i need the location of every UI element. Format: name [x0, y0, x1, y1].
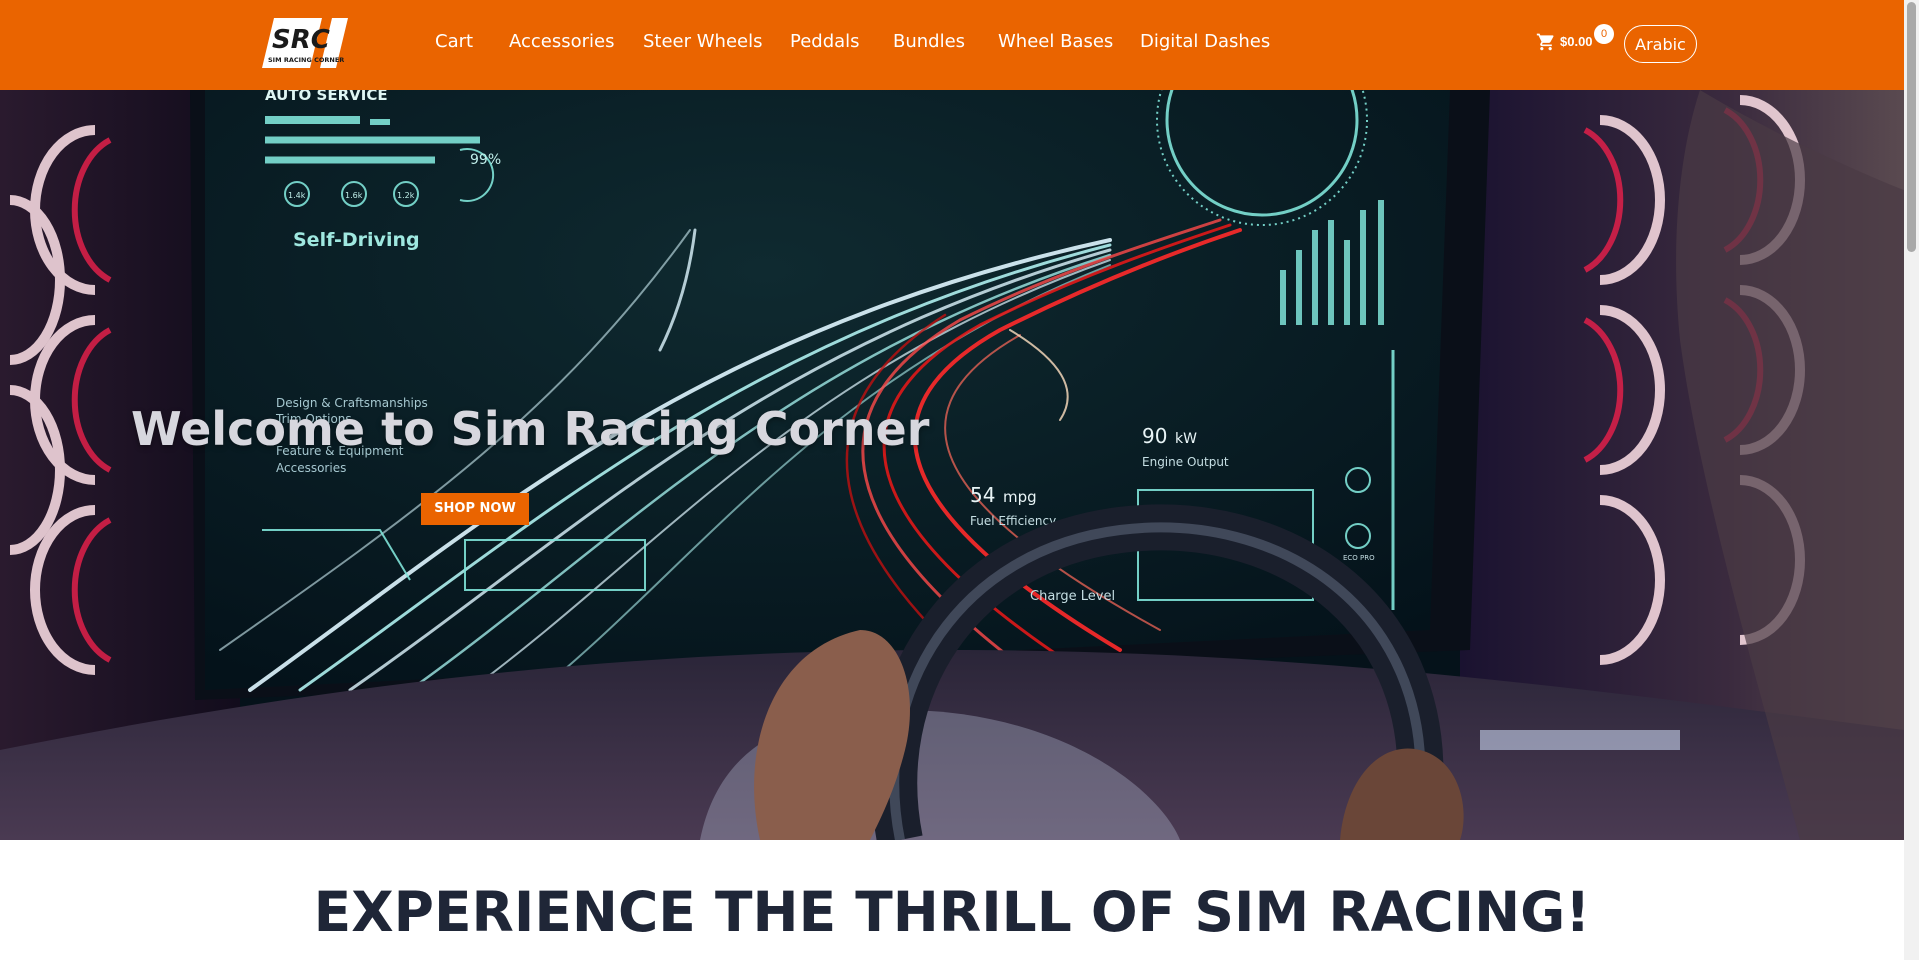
nav-item-steer-wheels[interactable]: Steer Wheels	[643, 31, 763, 52]
site-header: SRC SIM RACING CORNER Cart Accessories S…	[0, 0, 1904, 90]
hero-banner: AUTO SERVICE 99% 1.4k 1.6k 1.2k Self-Dri…	[0, 90, 1904, 840]
hud-charge-label: Charge Level	[1030, 589, 1115, 604]
hud-self-driving: Self-Driving	[293, 229, 420, 251]
hero-title: Welcome to Sim Racing Corner	[131, 402, 930, 456]
hero-image: AUTO SERVICE 99% 1.4k 1.6k 1.2k Self-Dri…	[0, 90, 1904, 840]
site-logo[interactable]: SRC SIM RACING CORNER	[262, 14, 352, 72]
page-scrollbar[interactable]	[1904, 0, 1919, 960]
hud-eco-pro: ECO PRO	[1343, 554, 1375, 562]
shop-now-button[interactable]: SHOP NOW	[421, 493, 529, 525]
nav-item-wheel-bases[interactable]: Wheel Bases	[998, 31, 1113, 52]
hud-gauge-3: 1.2k	[397, 191, 415, 200]
nav-item-digital-dashes[interactable]: Digital Dashes	[1140, 31, 1270, 52]
hud-gauge-2: 1.6k	[345, 191, 363, 200]
hud-engine-label: Engine Output	[1142, 455, 1229, 469]
hud-engine-value: 90	[1142, 424, 1167, 448]
hud-accessories: Accessories	[276, 461, 346, 475]
hud-percent: 99%	[470, 152, 501, 168]
cart-total[interactable]: $0.00	[1560, 34, 1593, 49]
logo-letters: SRC	[272, 25, 330, 55]
hud-auto-service: AUTO SERVICE	[265, 90, 388, 104]
cart-count-badge: 0	[1594, 24, 1614, 44]
hud-engine-unit: kW	[1175, 431, 1197, 447]
nav-item-bundles[interactable]: Bundles	[893, 31, 965, 52]
nav-item-peddals[interactable]: Peddals	[790, 31, 860, 52]
hud-fuel-unit: mpg	[1003, 488, 1037, 506]
scrollbar-thumb[interactable]	[1907, 2, 1916, 252]
hud-gauge-1: 1.4k	[288, 191, 306, 200]
hud-fuel-value: 54	[970, 483, 995, 507]
cart-icon[interactable]	[1536, 32, 1556, 52]
nav-item-accessories[interactable]: Accessories	[509, 31, 615, 52]
language-button[interactable]: Arabic	[1624, 25, 1697, 63]
nav-item-cart[interactable]: Cart	[435, 31, 473, 52]
logo-subtitle: SIM RACING CORNER	[268, 56, 344, 64]
section-headline: EXPERIENCE THE THRILL OF SIM RACING!	[313, 880, 1591, 944]
